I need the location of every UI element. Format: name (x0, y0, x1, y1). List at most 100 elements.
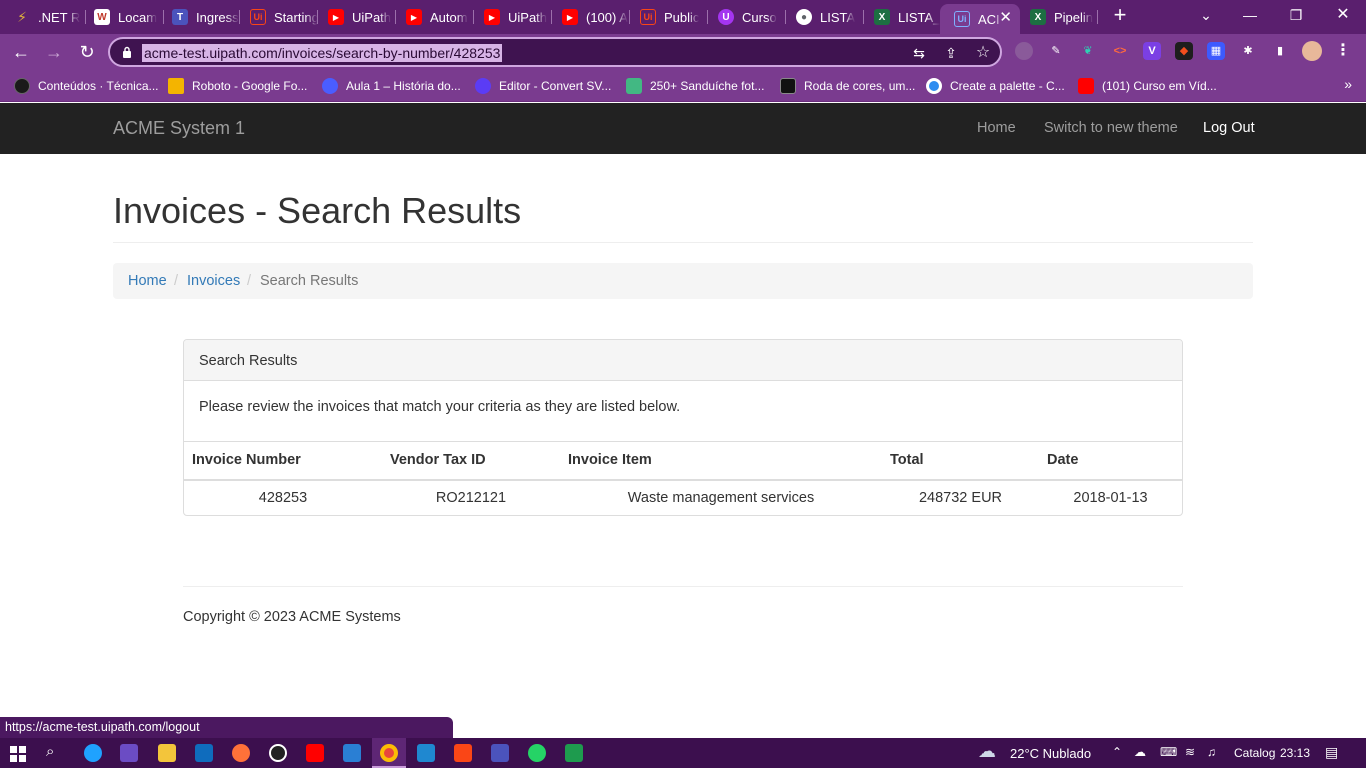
onedrive-icon[interactable]: ☁ (1134, 745, 1146, 759)
puzzle-extensions-icon[interactable]: ✱ (1239, 42, 1257, 60)
grid-extension-icon[interactable]: ▦ (1207, 42, 1225, 60)
figma-extension-icon[interactable]: ◆ (1175, 42, 1193, 60)
bookmark-item[interactable]: Create a palette - C... (926, 77, 1065, 95)
nav-logout-link[interactable]: Log Out (1203, 120, 1255, 136)
bookmark-item[interactable]: (101) Curso em Víd... (1078, 77, 1217, 95)
weather-text[interactable]: 22°C Nublado (1010, 746, 1091, 761)
browser-tab[interactable]: ⚡ .NET R (0, 4, 86, 30)
edge-icon[interactable] (84, 744, 102, 762)
bookmark-item[interactable]: 250+ Sanduíche fot... (626, 77, 764, 95)
side-panel-icon[interactable]: ▮ (1271, 42, 1289, 60)
tab-favicon-icon: U (718, 9, 734, 25)
bookmark-star-icon[interactable]: ☆ (974, 44, 992, 62)
minimize-icon[interactable]: — (1234, 4, 1266, 28)
nav-home-link[interactable]: Home (977, 120, 1016, 136)
app-icon[interactable] (565, 744, 583, 762)
youtube-icon[interactable] (306, 744, 324, 762)
translate-icon[interactable]: ⇆ (910, 44, 928, 62)
bookmark-item[interactable]: Roda de cores, um... (780, 77, 915, 95)
firefox-icon[interactable] (232, 744, 250, 762)
restore-icon[interactable]: ❐ (1280, 4, 1312, 28)
close-window-icon[interactable]: ✕ (1327, 4, 1359, 28)
notifications-icon[interactable]: ▤ (1325, 744, 1338, 761)
browser-tab-active[interactable]: Ui ACI ✕ (940, 4, 1020, 34)
address-bar[interactable]: acme-test.uipath.com/invoices/search-by-… (108, 37, 1002, 67)
code-extension-icon[interactable]: <> (1111, 42, 1129, 60)
tab-favicon-icon: X (874, 9, 890, 25)
browser-tab[interactable]: ▶ (100) A (548, 4, 630, 30)
extension-icon[interactable] (1015, 42, 1033, 60)
link-status-bubble: https://acme-test.uipath.com/logout (0, 717, 453, 738)
outlook-icon[interactable] (195, 744, 213, 762)
browser-tab[interactable]: X Pipelin (1016, 4, 1098, 30)
new-tab-button[interactable]: + (1108, 4, 1132, 28)
browser-tab[interactable]: T Ingress (158, 4, 240, 30)
file-explorer-icon[interactable] (158, 744, 176, 762)
tab-search-icon[interactable]: ⌄ (1190, 4, 1222, 28)
browser-tab[interactable]: W Locam (80, 4, 164, 30)
volume-icon[interactable]: ♫ (1207, 745, 1216, 759)
tab-favicon-icon: ▶ (562, 9, 578, 25)
browser-tab[interactable]: ● LISTA (782, 4, 864, 30)
browser-tab[interactable]: ▶ Autom (392, 4, 474, 30)
reload-icon[interactable]: ↻ (75, 40, 99, 64)
forward-icon[interactable]: → (42, 40, 66, 64)
github-icon[interactable] (269, 744, 287, 762)
column-header-invoice-item: Invoice Item (560, 441, 882, 481)
browser-tab[interactable]: U Curso (704, 4, 786, 30)
keyboard-icon[interactable]: ⌨ (1160, 745, 1177, 759)
tab-favicon-icon: ▶ (484, 9, 500, 25)
breadcrumb-home-link[interactable]: Home (128, 273, 167, 289)
pen-extension-icon[interactable]: ✎ (1047, 42, 1065, 60)
app-icon[interactable] (120, 744, 138, 762)
panel-title: Search Results (199, 353, 298, 369)
back-icon[interactable]: ← (9, 40, 33, 64)
browser-tab[interactable]: Ui Public (626, 4, 708, 30)
cell-invoice-item: Waste management services (627, 490, 815, 506)
bird-extension-icon[interactable]: ❦ (1079, 42, 1097, 60)
browser-tab[interactable]: Ui Starting (236, 4, 318, 30)
menu-dots-icon[interactable]: ⋮ (1334, 42, 1352, 60)
close-tab-icon[interactable]: ✕ (999, 8, 1012, 26)
wifi-icon[interactable]: ≋ (1185, 745, 1195, 759)
bookmark-item[interactable]: Conteúdos · Técnica... (14, 77, 159, 95)
browser-tab[interactable]: X LISTA_ (860, 4, 940, 30)
chrome-icon[interactable] (380, 744, 398, 762)
breadcrumb-current: Search Results (260, 273, 359, 289)
teams-icon[interactable] (491, 744, 509, 762)
bookmark-label: Aula 1 – História do... (346, 79, 461, 93)
bookmark-favicon-icon (780, 78, 796, 94)
whatsapp-icon[interactable] (528, 744, 546, 762)
browser-tab[interactable]: ▶ UiPath (314, 4, 396, 30)
share-icon[interactable]: ⇪ (942, 44, 960, 62)
bookmark-item[interactable]: Aula 1 – História do... (322, 77, 461, 95)
windows-start-icon[interactable] (10, 746, 26, 762)
tab-label: Autom (430, 9, 468, 25)
more-bookmarks-icon[interactable]: » (1344, 76, 1352, 92)
weather-cloud-icon[interactable]: ☁ (978, 741, 996, 762)
uipath-icon[interactable] (454, 744, 472, 762)
app-brand[interactable]: ACME System 1 (113, 118, 245, 139)
vue-extension-icon[interactable]: V (1143, 42, 1161, 60)
bookmark-item[interactable]: Roboto - Google Fo... (168, 77, 307, 95)
column-header-invoice-number: Invoice Number (184, 441, 382, 481)
tab-favicon-icon: Ui (640, 9, 656, 25)
tray-app-label[interactable]: Catalog (1234, 746, 1275, 760)
bookmark-label: Conteúdos · Técnica... (38, 79, 159, 93)
clock-time[interactable]: 23:13 (1280, 746, 1310, 760)
search-icon[interactable]: ⌕ (46, 743, 54, 760)
title-divider (113, 242, 1253, 243)
profile-avatar-icon[interactable] (1302, 41, 1322, 61)
nav-switch-theme-link[interactable]: Switch to new theme (1044, 120, 1178, 136)
browser-tab[interactable]: ▶ UiPath (470, 4, 552, 30)
studio-icon[interactable] (417, 744, 435, 762)
tab-label: ACI (978, 11, 1000, 27)
vscode-icon[interactable] (343, 744, 361, 762)
breadcrumb-invoices-link[interactable]: Invoices (187, 273, 240, 289)
chevron-up-icon[interactable]: ⌃ (1112, 745, 1122, 759)
tab-favicon-icon: ⚡ (17, 8, 27, 25)
bookmark-item[interactable]: Editor - Convert SV... (475, 77, 611, 95)
browser-tab-bar: ⚡ .NET R W Locam T Ingress Ui Starting ▶… (0, 0, 1366, 34)
breadcrumb-separator: / (174, 273, 179, 289)
url-text[interactable]: acme-test.uipath.com/invoices/search-by-… (142, 44, 503, 62)
